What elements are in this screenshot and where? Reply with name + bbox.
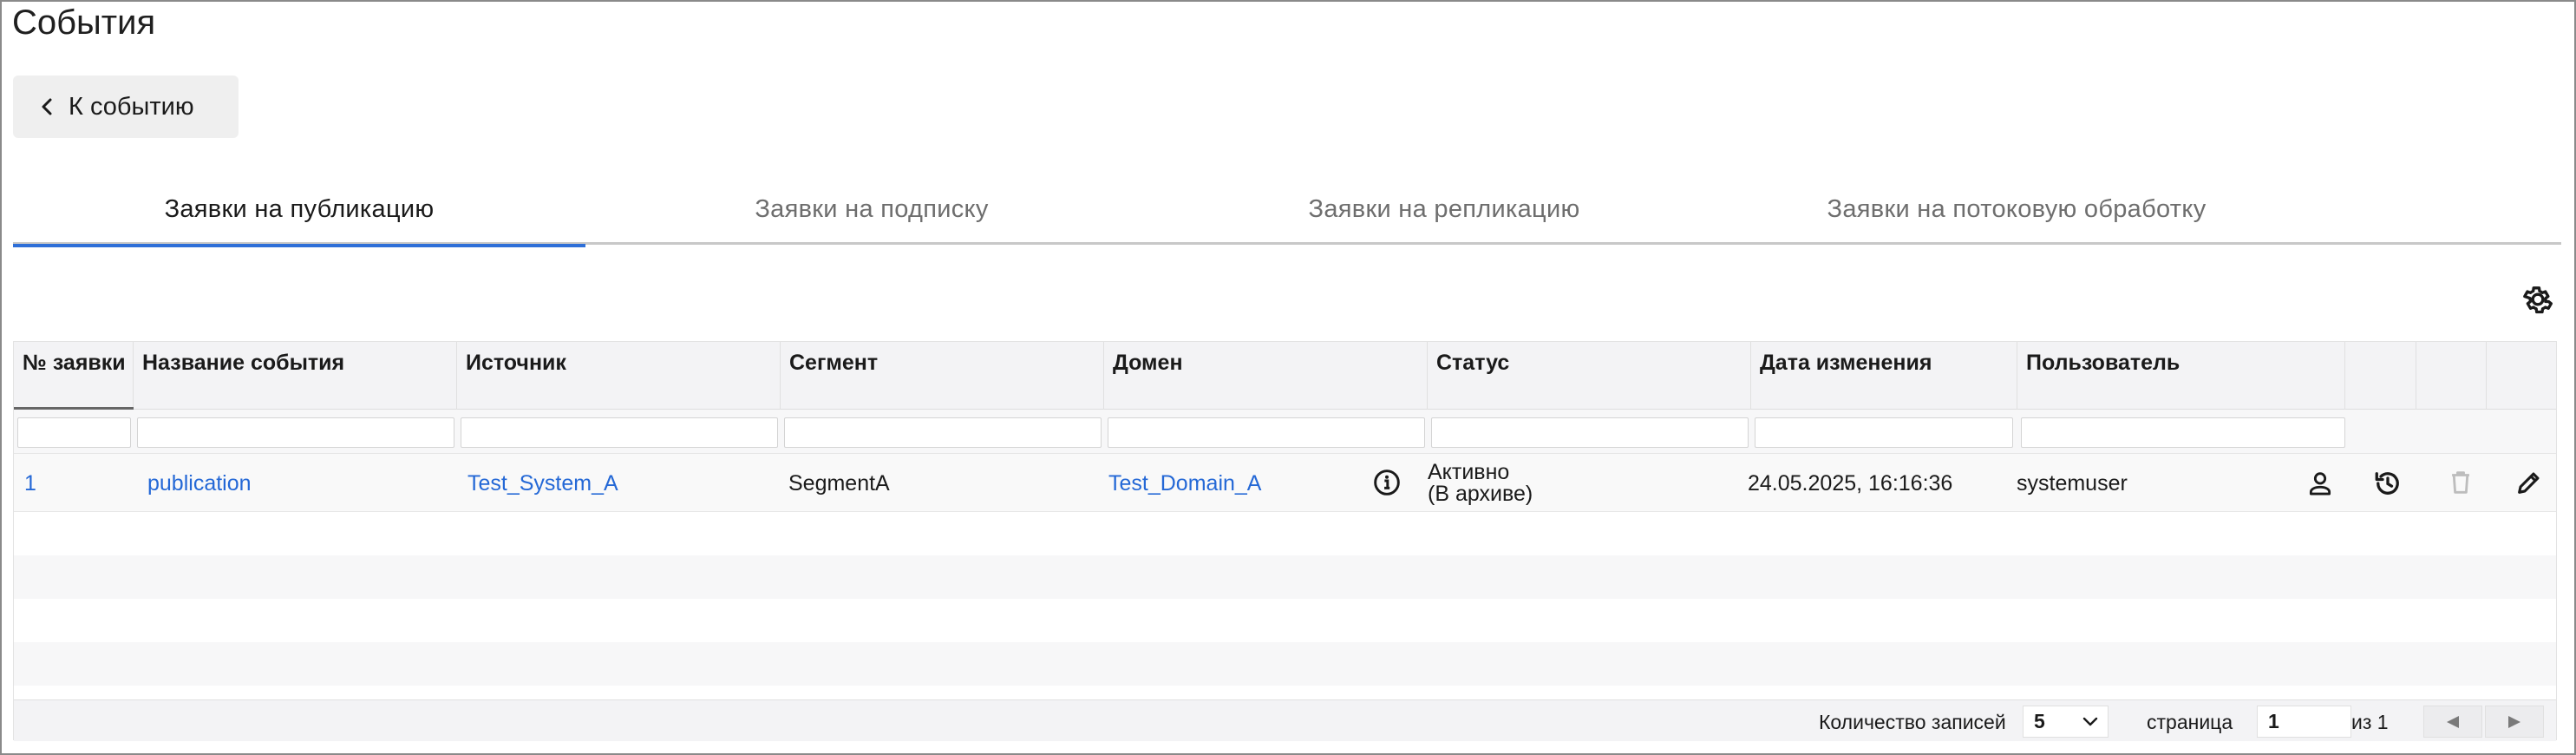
tab-stream-processing[interactable]: Заявки на потоковую обработку (1730, 174, 2303, 245)
tab-replication[interactable]: Заявки на репликацию (1158, 174, 1730, 245)
column-header-id[interactable]: № заявки (14, 342, 134, 410)
column-header-changed-at[interactable]: Дата изменения (1751, 342, 2017, 410)
filter-input-changed-at[interactable] (1755, 417, 2013, 448)
cell-event-name[interactable]: publication (147, 471, 252, 496)
tab-publication[interactable]: Заявки на публикацию (13, 174, 585, 247)
trash-icon (2452, 471, 2469, 494)
prev-page-button[interactable] (2423, 706, 2482, 738)
requests-table: № заявки Название события Источник Сегме… (13, 341, 2557, 741)
table-footer: Количество записей 5 страница 1 из 1 (14, 699, 2556, 741)
triangle-right-icon (2508, 715, 2520, 728)
cell-domain[interactable]: Test_Domain_A (1108, 471, 1261, 496)
records-per-page-value: 5 (2034, 710, 2045, 732)
table-row-empty (14, 599, 2556, 642)
page-number-input[interactable]: 1 (2257, 706, 2351, 738)
table-row-empty (14, 555, 2556, 599)
filter-input-user[interactable] (2021, 417, 2345, 448)
page-label: страница (2147, 711, 2233, 733)
filter-input-status[interactable] (1431, 417, 1749, 448)
user-icon[interactable] (2305, 469, 2335, 498)
page-title: События (12, 3, 156, 42)
column-header-user[interactable]: Пользователь (2017, 342, 2345, 410)
table-row-empty (14, 642, 2556, 686)
tab-subscription[interactable]: Заявки на подписку (585, 174, 1158, 245)
table-row-empty (14, 512, 2556, 555)
back-button-label: К событию (69, 92, 194, 121)
table-row[interactable]: 1 publication Test_System_A SegmentA Tes… (14, 453, 2556, 512)
cell-status-line1: Активно (1428, 460, 1510, 484)
cell-changed-at: 24.05.2025, 16:16:36 (1748, 471, 1953, 496)
next-page-button[interactable] (2485, 706, 2544, 738)
cell-id[interactable]: 1 (24, 471, 36, 496)
filter-input-source[interactable] (461, 417, 778, 448)
cell-source[interactable]: Test_System_A (467, 471, 618, 496)
records-count-label: Количество записей (1819, 711, 2006, 733)
filter-input-event-name[interactable] (137, 417, 454, 448)
chevron-left-icon (42, 98, 52, 115)
cell-user: systemuser (2017, 471, 2128, 496)
pencil-icon[interactable] (2514, 468, 2544, 497)
filter-row (14, 410, 2556, 453)
cell-status-line2: (В архиве) (1428, 482, 1533, 506)
history-icon[interactable] (2372, 468, 2403, 499)
chevron-down-icon (2082, 717, 2098, 726)
triangle-left-icon (2447, 715, 2459, 728)
column-header-event-name[interactable]: Название события (134, 342, 457, 410)
request-tabs: Заявки на публикацию Заявки на подписку … (13, 174, 2561, 247)
column-header-action-user (2345, 342, 2416, 410)
filter-input-id[interactable] (17, 417, 131, 448)
page-total: из 1 (2351, 711, 2389, 733)
back-to-event-button[interactable]: К событию (13, 76, 239, 138)
column-header-status[interactable]: Статус (1428, 342, 1751, 410)
column-header-action-history (2416, 342, 2487, 410)
filter-input-domain[interactable] (1108, 417, 1425, 448)
column-header-action-edit (2487, 342, 2558, 410)
column-header-source[interactable]: Источник (457, 342, 781, 410)
column-header-domain[interactable]: Домен (1104, 342, 1428, 410)
filter-input-segment[interactable] (784, 417, 1102, 448)
column-header-segment[interactable]: Сегмент (781, 342, 1104, 410)
gear-icon[interactable] (2520, 282, 2555, 317)
info-icon[interactable] (1373, 469, 1401, 496)
records-per-page-select[interactable]: 5 (2023, 706, 2109, 738)
cell-segment: SegmentA (788, 471, 890, 496)
table-header: № заявки Название события Источник Сегме… (14, 342, 2556, 410)
